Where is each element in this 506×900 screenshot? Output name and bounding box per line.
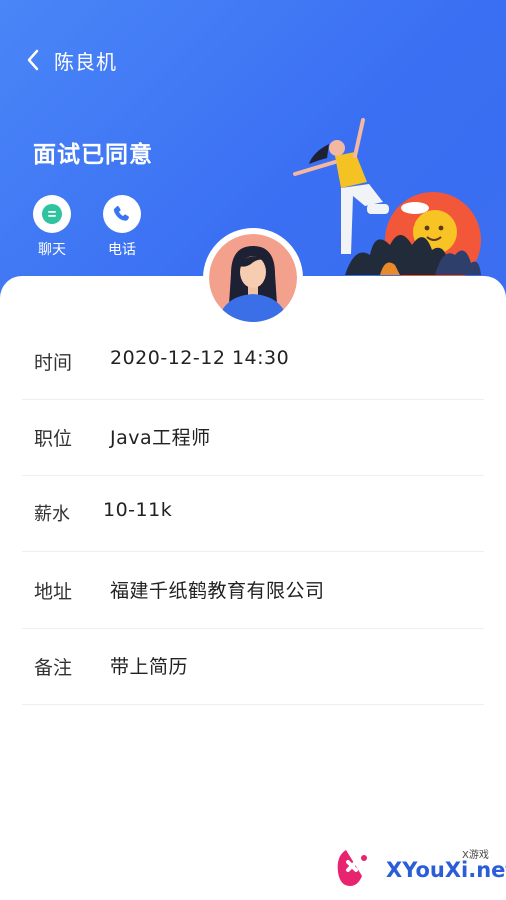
position-value: Java工程师 bbox=[110, 427, 211, 449]
page-title: 陈良机 bbox=[54, 50, 117, 74]
chat-bubble-icon bbox=[42, 204, 62, 224]
watermark-text: XYouXi.net bbox=[386, 858, 506, 882]
interview-status: 面试已同意 bbox=[33, 142, 153, 168]
address-value: 福建千纸鹤教育有限公司 bbox=[110, 580, 325, 602]
phone-label: 电话 bbox=[108, 242, 136, 258]
watermark: X游戏 XYouXi.net bbox=[334, 840, 506, 896]
phone-button[interactable]: 电话 bbox=[92, 195, 152, 259]
time-value: 2020-12-12 14:30 bbox=[110, 347, 290, 369]
remark-label: 备注 bbox=[34, 657, 73, 679]
detail-row-salary: 薪水 10-11k bbox=[22, 475, 484, 552]
salary-label: 薪水 bbox=[34, 504, 70, 525]
position-label: 职位 bbox=[34, 428, 73, 450]
salary-value: 10-11k bbox=[103, 499, 173, 521]
celebration-illustration bbox=[293, 118, 481, 285]
detail-row-time: 时间 2020-12-12 14:30 bbox=[22, 323, 484, 400]
gamepad-logo-icon bbox=[337, 850, 367, 886]
avatar bbox=[203, 228, 303, 328]
back-button[interactable] bbox=[18, 44, 48, 76]
detail-row-remark: 备注 带上简历 bbox=[22, 628, 484, 705]
woman-avatar-icon bbox=[209, 234, 297, 322]
remark-value: 带上简历 bbox=[110, 656, 189, 678]
chevron-left-icon bbox=[27, 49, 39, 71]
chat-label: 聊天 bbox=[38, 242, 66, 258]
detail-row-address: 地址 福建千纸鹤教育有限公司 bbox=[22, 552, 484, 629]
time-label: 时间 bbox=[34, 352, 73, 374]
chat-button[interactable]: 聊天 bbox=[22, 195, 82, 259]
address-label: 地址 bbox=[34, 581, 73, 603]
phone-icon bbox=[113, 206, 129, 221]
detail-row-position: 职位 Java工程师 bbox=[22, 399, 484, 476]
